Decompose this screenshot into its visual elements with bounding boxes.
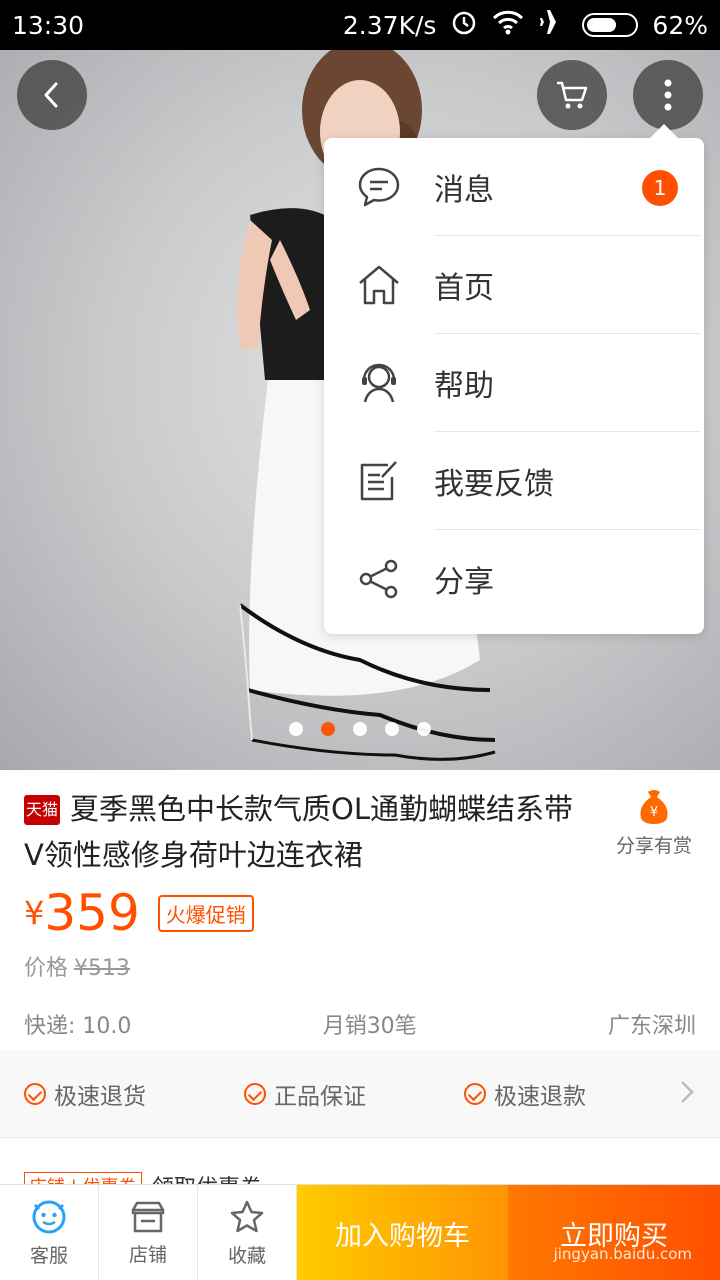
message-badge: 1 xyxy=(642,170,678,206)
meta-row: 快递: 10.0 月销30笔 广东深圳 xyxy=(24,1008,696,1040)
guarantee-item: 极速退款 xyxy=(464,1077,684,1111)
menu-label: 我要反馈 xyxy=(434,467,554,502)
check-circle-icon xyxy=(244,1082,266,1105)
carousel-dot-active[interactable] xyxy=(321,722,335,736)
promo-badge: 火爆促销 xyxy=(157,894,254,932)
carousel-dot[interactable] xyxy=(417,722,431,736)
home-icon xyxy=(359,265,399,305)
ship-from-location: 广东深圳 xyxy=(607,1014,696,1039)
menu-item-home[interactable]: 首页 xyxy=(324,236,704,334)
battery-icon xyxy=(582,13,639,37)
menu-label: 帮助 xyxy=(434,369,494,404)
back-icon xyxy=(44,82,58,108)
menu-label: 分享 xyxy=(434,565,494,600)
more-icon xyxy=(664,79,672,111)
status-right: 2.37K/s 62% xyxy=(343,8,708,42)
guarantee-label: 极速退货 xyxy=(54,1083,146,1110)
guarantee-label: 极速退款 xyxy=(494,1083,586,1110)
money-bag-icon: ¥ xyxy=(640,790,668,824)
product-title: 夏季黑色中长款气质OL通勤蝴蝶结系带V领性感修身荷叶边连衣裙 xyxy=(24,792,573,872)
airplane-icon xyxy=(538,8,568,42)
customer-service-button[interactable]: 客服 xyxy=(0,1185,99,1280)
customer-service-icon xyxy=(32,1200,66,1233)
guarantee-row[interactable]: 极速退货 正品保证 极速退款 xyxy=(0,1050,720,1138)
cart-icon xyxy=(557,81,588,109)
menu-item-share[interactable]: 分享 xyxy=(324,530,704,628)
tab-label: 客服 xyxy=(29,1244,68,1267)
wifi-icon xyxy=(492,9,524,41)
add-to-cart-button[interactable]: 加入购物车 xyxy=(297,1185,508,1280)
feedback-icon xyxy=(360,461,397,501)
guarantee-item: 正品保证 xyxy=(244,1077,464,1111)
status-bar: 13:30 2.37K/s 62% xyxy=(0,0,720,50)
coupon-text: 领取优惠券 xyxy=(152,1170,262,1184)
message-icon xyxy=(358,167,400,207)
guarantee-item: 极速退货 xyxy=(24,1077,244,1111)
original-price-row: 价格 ¥513 xyxy=(24,950,130,982)
shipping-fee: 快递: 10.0 xyxy=(24,1014,132,1039)
coupon-row[interactable]: 店铺 | 优惠券 领取优惠券 xyxy=(0,1138,720,1184)
current-price: 359 xyxy=(44,884,140,942)
product-info: 天猫 夏季黑色中长款气质OL通勤蝴蝶结系带V领性感修身荷叶边连衣裙 ¥ 分享有赏 … xyxy=(0,770,720,1050)
network-speed: 2.37K/s xyxy=(342,10,437,40)
status-time: 13:30 xyxy=(12,10,85,40)
share-icon xyxy=(359,559,398,599)
shop-icon xyxy=(131,1201,165,1232)
share-reward-button[interactable]: ¥ 分享有赏 xyxy=(612,786,696,858)
original-price: ¥513 xyxy=(74,956,131,981)
buy-now-button[interactable]: 立即购买 jingyan.baidu.com xyxy=(508,1185,720,1280)
check-circle-icon xyxy=(24,1082,46,1105)
carousel-dot[interactable] xyxy=(289,722,303,736)
tmall-tag: 天猫 xyxy=(24,795,60,825)
share-reward-label: 分享有赏 xyxy=(615,835,692,857)
tab-label: 店铺 xyxy=(128,1243,167,1266)
check-circle-icon xyxy=(464,1082,486,1105)
monthly-sales: 月销30笔 xyxy=(322,1014,417,1039)
tab-label: 收藏 xyxy=(227,1244,266,1267)
battery-percent: 62% xyxy=(652,10,708,40)
coupon-tag: 店铺 | 优惠券 xyxy=(24,1172,142,1184)
menu-item-help[interactable]: 帮助 xyxy=(324,334,704,432)
menu-item-feedback[interactable]: 我要反馈 xyxy=(324,432,704,530)
bottom-action-bar: 客服 店铺 收藏 加入购物车 立即购买 jingyan.baidu.com xyxy=(0,1184,720,1280)
menu-item-messages[interactable]: 消息 1 xyxy=(324,138,704,236)
carousel-dot[interactable] xyxy=(385,722,399,736)
menu-label: 首页 xyxy=(434,271,494,306)
back-button[interactable] xyxy=(17,60,87,130)
more-menu: 消息 1 首页 帮助 我要反馈 分享 xyxy=(324,124,704,634)
watermark: jingyan.baidu.com xyxy=(553,1245,692,1263)
help-icon xyxy=(362,363,396,403)
more-button[interactable] xyxy=(633,60,703,130)
chevron-right-icon xyxy=(681,1081,694,1103)
svg-text:¥: ¥ xyxy=(650,805,658,820)
product-title-row: 天猫 夏季黑色中长款气质OL通勤蝴蝶结系带V领性感修身荷叶边连衣裙 xyxy=(24,786,584,878)
cart-button[interactable] xyxy=(537,60,607,130)
currency-symbol: ¥ xyxy=(24,894,45,932)
carousel-indicator xyxy=(0,722,720,736)
shop-button[interactable]: 店铺 xyxy=(99,1185,198,1280)
star-icon xyxy=(230,1200,264,1232)
favorite-button[interactable]: 收藏 xyxy=(198,1185,297,1280)
price-row: ¥ 359 火爆促销 xyxy=(24,884,254,942)
carousel-dot[interactable] xyxy=(353,722,367,736)
guarantee-label: 正品保证 xyxy=(274,1083,366,1110)
menu-label: 消息 xyxy=(434,173,494,208)
original-price-label: 价格 xyxy=(24,956,69,981)
alarm-icon xyxy=(450,8,478,42)
